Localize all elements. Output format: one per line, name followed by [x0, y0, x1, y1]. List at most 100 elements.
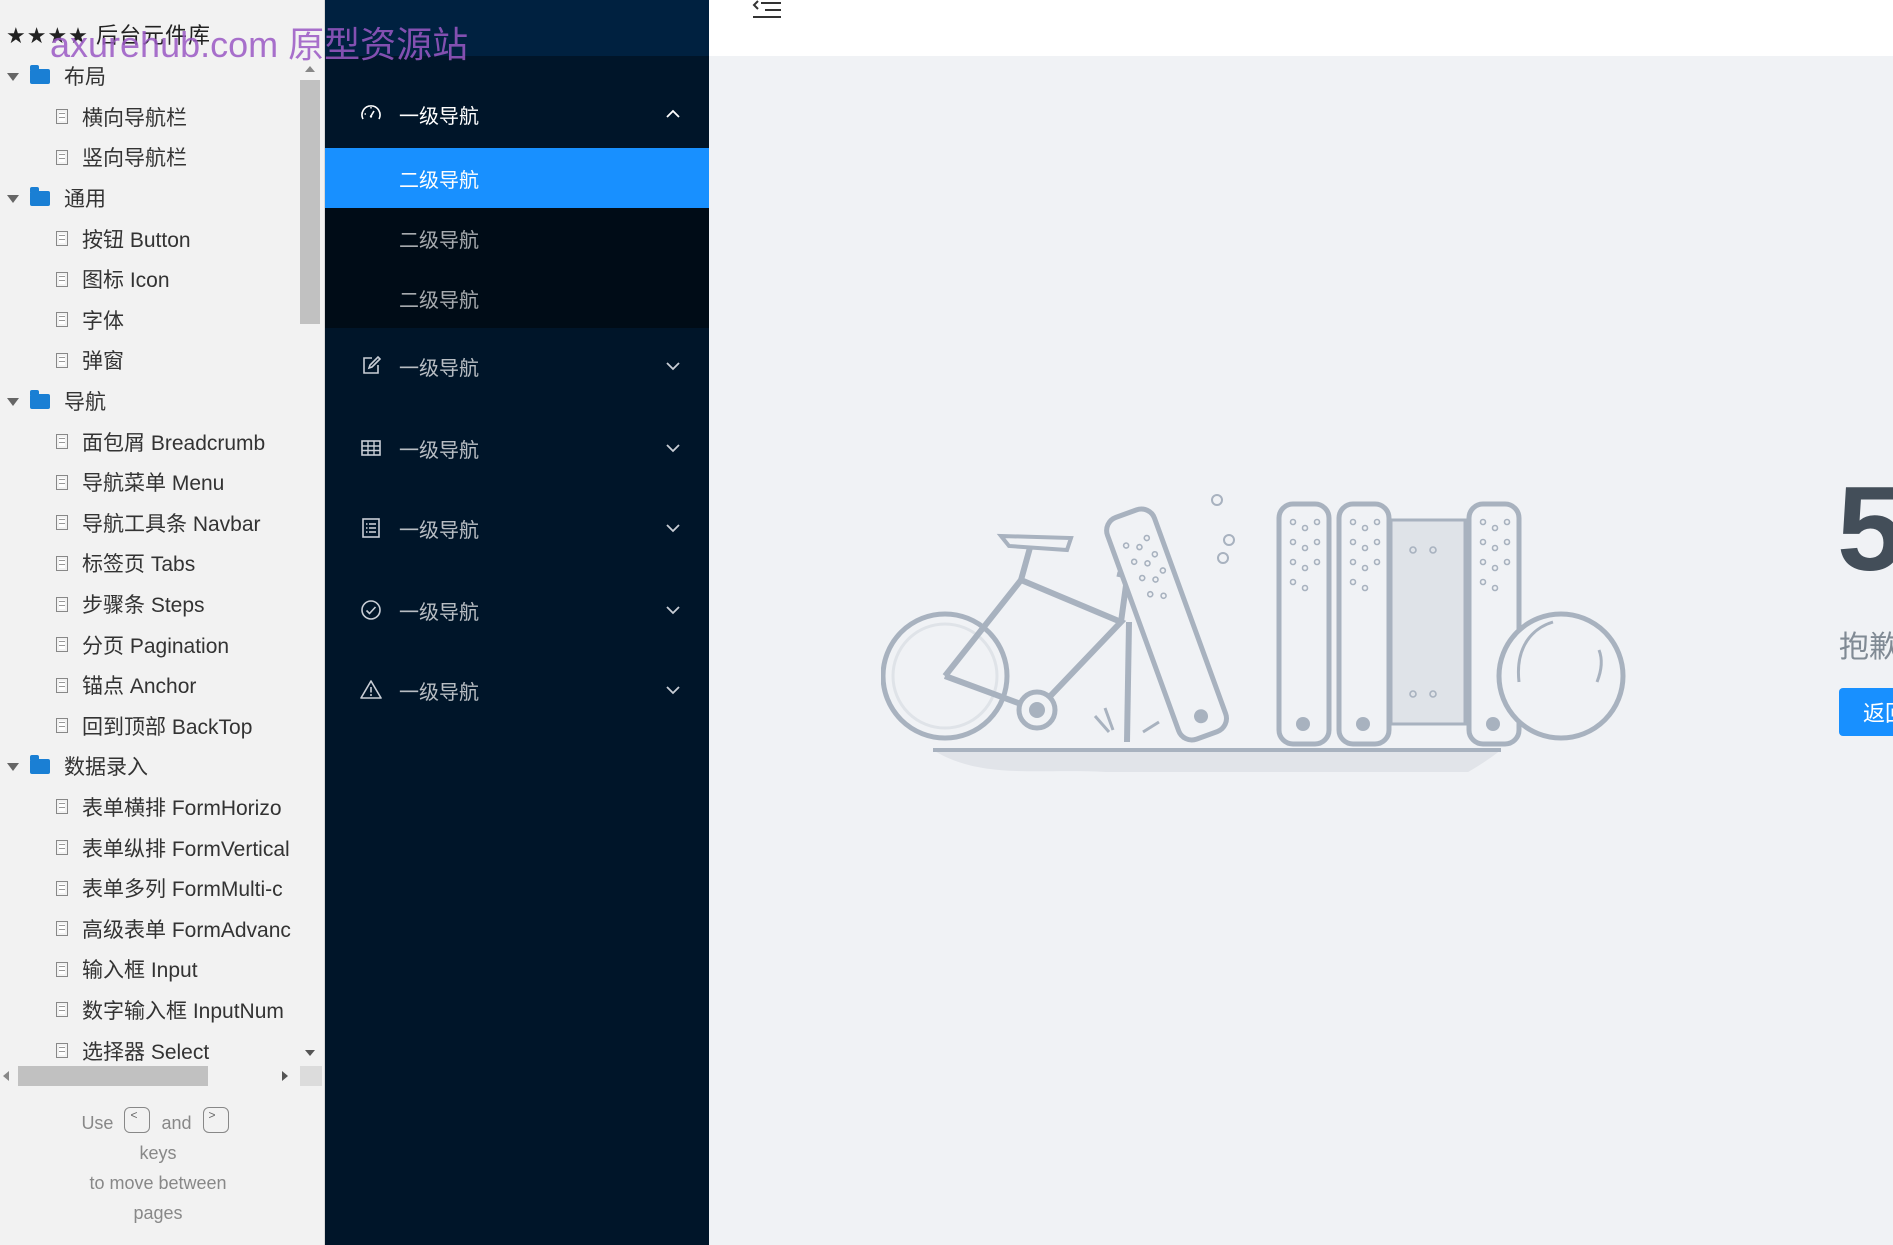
tree-page[interactable]: 按钮 Button — [0, 218, 298, 259]
nav-group-5-label: 一级导航 — [399, 601, 479, 624]
scrollbar-corner — [300, 1066, 322, 1086]
nav-subitem-1[interactable]: 二级导航 — [325, 148, 709, 208]
folder-icon — [30, 389, 50, 409]
caret-down-icon[interactable] — [6, 395, 19, 407]
tree-item-label: 面包屑 Breadcrumb — [82, 431, 266, 455]
dashboard-icon — [361, 105, 381, 120]
tree-page[interactable]: 步骤条 Steps — [0, 584, 298, 625]
chevron-up-icon — [666, 109, 680, 118]
horizontal-scrollbar-thumb[interactable] — [18, 1066, 208, 1086]
page-icon — [56, 677, 68, 693]
tree-item-label: 表单纵排 FormVertical — [82, 837, 290, 861]
tree-page[interactable]: 横向导航栏 — [0, 97, 298, 138]
nav-group-1[interactable]: 一级导航 — [325, 84, 709, 144]
caret-down-icon[interactable] — [6, 760, 19, 772]
hint-use: Use — [81, 1113, 114, 1133]
chevron-down-icon — [666, 362, 680, 371]
scroll-down-arrow-icon[interactable] — [305, 1050, 315, 1056]
tree-page[interactable]: 数字输入框 InputNum — [0, 990, 298, 1031]
scroll-right-arrow-icon[interactable] — [282, 1071, 288, 1081]
tree-folder[interactable]: 数据录入 — [0, 746, 298, 787]
menu-fold-icon[interactable] — [751, 0, 783, 22]
nav-group-1-label: 一级导航 — [399, 105, 479, 128]
tree-page[interactable]: 分页 Pagination — [0, 624, 298, 665]
keyboard-hint: Use < and > keys to move between pages — [0, 1107, 316, 1228]
caret-down-icon[interactable] — [6, 192, 19, 204]
tree-item-label: 按钮 Button — [82, 228, 191, 252]
tree-item-label: 表单横排 FormHorizo — [82, 796, 282, 820]
page-icon — [56, 474, 68, 490]
caret-down-icon[interactable] — [6, 70, 19, 82]
tree-page[interactable]: 选择器 Select — [0, 1030, 298, 1064]
page-icon — [56, 271, 68, 287]
tree-item-label: 数字输入框 InputNum — [82, 999, 284, 1023]
page-icon — [56, 880, 68, 896]
tree-item-label: 回到顶部 BackTop — [82, 715, 253, 739]
page-icon — [56, 1043, 68, 1059]
tree-page[interactable]: 导航菜单 Menu — [0, 462, 298, 503]
nav-group-6[interactable]: 一级导航 — [325, 660, 709, 720]
page-icon — [56, 352, 68, 368]
tree-item-label: 导航工具条 Navbar — [82, 512, 261, 536]
nav-sidebar: 一级导航 二级导航 二级导航 二级导航 一级导航 一级导航 一级导航 一级导航 … — [325, 0, 709, 1245]
library-tree: 布局横向导航栏竖向导航栏通用按钮 Button 图标 Icon 字体弹窗导航面包屑 … — [0, 56, 298, 1064]
tree-item-label: 竖向导航栏 — [82, 147, 187, 171]
tree-page[interactable]: 标签页 Tabs — [0, 543, 298, 584]
folder-icon — [30, 64, 50, 84]
chevron-down-icon — [666, 444, 680, 453]
tree-page[interactable]: 输入框 Input — [0, 949, 298, 990]
scroll-up-arrow-icon[interactable] — [305, 66, 315, 72]
page-icon — [56, 1002, 68, 1018]
scroll-left-arrow-icon[interactable] — [3, 1071, 9, 1081]
tree-item-label: 选择器 Select — [82, 1040, 210, 1064]
tree-page[interactable]: 图标 Icon — [0, 259, 298, 300]
nav-subitem-3[interactable]: 二级导航 — [325, 268, 709, 328]
tree-item-label: 输入框 Input — [82, 959, 198, 983]
tree-page[interactable]: 竖向导航栏 — [0, 137, 298, 178]
nav-group-3-label: 一级导航 — [399, 439, 479, 462]
tree-page[interactable]: 弹窗 — [0, 340, 298, 381]
tree-item-label: 表单多列 FormMulti-c — [82, 878, 283, 902]
tree-page[interactable]: 面包屑 Breadcrumb — [0, 421, 298, 462]
nav-submenu-1: 二级导航 二级导航 二级导航 — [325, 148, 709, 328]
tree-page[interactable]: 锚点 Anchor — [0, 665, 298, 706]
tree-item-label: 通用 — [64, 188, 106, 212]
chevron-down-icon — [666, 686, 680, 695]
profile-icon — [362, 518, 380, 538]
tree-page[interactable]: 回到顶部 BackTop — [0, 706, 298, 747]
tree-item-label: 弹窗 — [82, 350, 124, 374]
vertical-scrollbar-thumb[interactable] — [300, 80, 320, 324]
tree-folder[interactable]: 布局 — [0, 56, 298, 97]
nav-group-5[interactable]: 一级导航 — [325, 580, 709, 640]
hint-line3: pages — [133, 1203, 183, 1223]
table-icon — [361, 440, 381, 456]
back-home-button[interactable]: 返回 — [1839, 688, 1893, 736]
nav-group-4-label: 一级导航 — [399, 519, 479, 542]
page-icon — [56, 718, 68, 734]
hint-and: and — [161, 1113, 192, 1133]
page-icon — [56, 312, 68, 328]
nav-group-4[interactable]: 一级导航 — [325, 498, 709, 558]
tree-item-label: 导航菜单 Menu — [82, 472, 225, 496]
folder-icon — [30, 186, 50, 206]
nav-group-3[interactable]: 一级导航 — [325, 418, 709, 478]
tree-page[interactable]: 字体 — [0, 300, 298, 341]
nav-group-2[interactable]: 一级导航 — [325, 336, 709, 396]
tree-page[interactable]: 表单横排 FormHorizo — [0, 787, 298, 828]
tree-page[interactable]: 导航工具条 Navbar — [0, 503, 298, 544]
tree-page[interactable]: 高级表单 FormAdvanc — [0, 908, 298, 949]
tree-page[interactable]: 表单多列 FormMulti-c — [0, 868, 298, 909]
tree-folder[interactable]: 导航 — [0, 381, 298, 422]
library-panel: ★★★★ 后台元件库 布局 横向导航栏 竖向导航栏 通用 按钮 Button 图标 Ico… — [0, 0, 325, 1245]
nav-group-6-label: 一级导航 — [399, 681, 479, 704]
hint-keys: keys — [139, 1143, 177, 1163]
nav-logo-area — [325, 0, 709, 56]
tree-item-label: 横向导航栏 — [82, 106, 187, 130]
tree-folder[interactable]: 通用 — [0, 178, 298, 219]
top-header — [709, 0, 1893, 56]
hint-line2: to move between — [89, 1173, 227, 1193]
page-icon — [56, 799, 68, 815]
tree-page[interactable]: 表单纵排 FormVertical — [0, 827, 298, 868]
nav-subitem-2[interactable]: 二级导航 — [325, 208, 709, 268]
warning-icon — [360, 680, 382, 699]
